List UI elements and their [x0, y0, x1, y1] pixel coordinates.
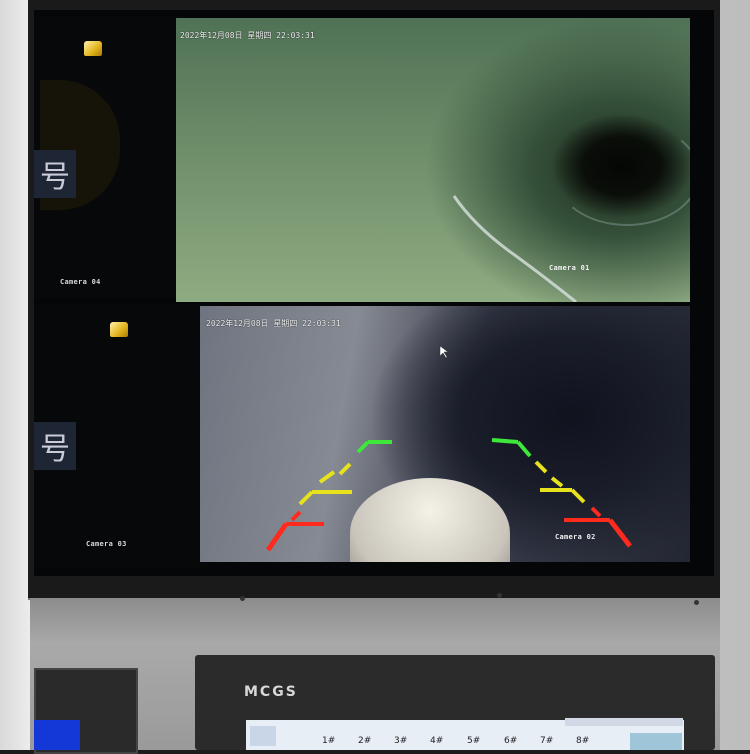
hmi-tab-2[interactable]: 2# — [358, 736, 371, 746]
camera-01-feed[interactable] — [176, 18, 690, 302]
alarm-bell-icon[interactable] — [84, 41, 102, 56]
alarm-bell-icon[interactable] — [110, 322, 128, 337]
mcgs-logo: MCGS — [244, 684, 298, 700]
hmi-tab-1[interactable]: 1# — [322, 736, 335, 746]
hmi-tab-6[interactable]: 6# — [504, 736, 517, 746]
camera-04-label: Camera 04 — [60, 278, 101, 286]
panel-screw — [497, 593, 502, 598]
hmi-tab-4[interactable]: 4# — [430, 736, 443, 746]
camera-01-timestamp: 2022年12月08日 星期四 22:03:31 — [180, 31, 315, 40]
hmi-side-button[interactable] — [630, 733, 682, 750]
camera-02-feed[interactable] — [200, 306, 690, 562]
parking-guide-lines — [265, 345, 632, 552]
panel-screw — [240, 596, 245, 601]
camera-03-label: Camera 03 — [86, 540, 127, 548]
panel-screw — [694, 600, 699, 605]
camera-01-label: Camera 01 — [549, 264, 590, 272]
pipe-opening — [554, 122, 690, 226]
camera-02-label: Camera 02 — [555, 533, 596, 541]
hmi-tab-5[interactable]: 5# — [467, 736, 480, 746]
hmi-status-bar — [565, 718, 683, 726]
camera-02-timestamp: 2022年12月08日 星期四 22:03:31 — [206, 319, 341, 328]
camera-04-channel-label: 号 — [34, 150, 76, 198]
hmi-tab-7[interactable]: 7# — [540, 736, 553, 746]
hmi-tab-8[interactable]: 8# — [576, 736, 589, 746]
secondary-hmi-screen[interactable] — [34, 720, 80, 750]
hmi-tab-3[interactable]: 3# — [394, 736, 407, 746]
hmi-home-icon[interactable] — [250, 726, 276, 746]
camera-03-channel-label: 号 — [34, 422, 76, 470]
